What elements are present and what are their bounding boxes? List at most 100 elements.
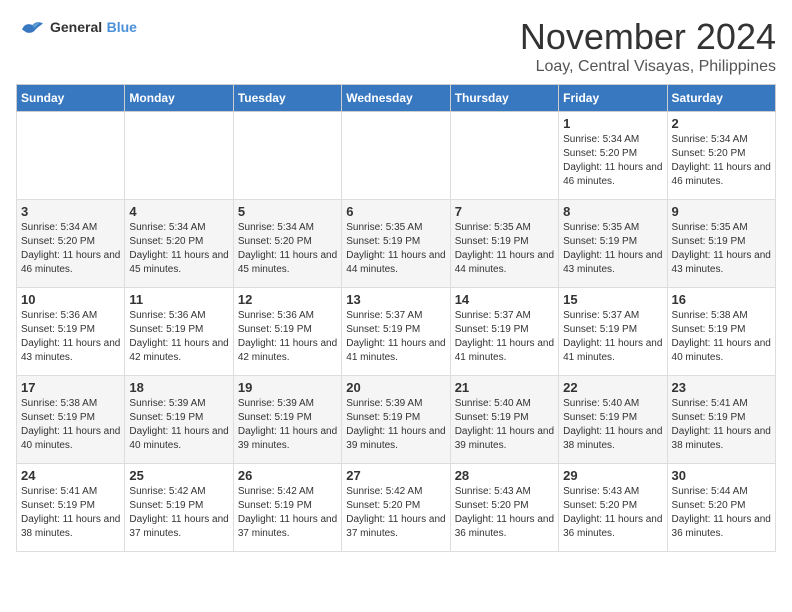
calendar-cell: 28 Sunrise: 5:43 AM Sunset: 5:20 PM Dayli… bbox=[450, 464, 558, 552]
calendar-header-row: SundayMondayTuesdayWednesdayThursdayFrid… bbox=[17, 85, 776, 112]
cell-info: Sunrise: 5:41 AM Sunset: 5:19 PM Dayligh… bbox=[672, 397, 771, 453]
calendar-cell: 25Sunrise: 5:42 AM Sunset: 5:19 PM Dayli… bbox=[125, 464, 233, 552]
calendar-cell: 5Sunrise: 5:34 AM Sunset: 5:20 PM Daylig… bbox=[233, 200, 341, 288]
day-number: 8 bbox=[563, 204, 662, 219]
cell-info: Sunrise: 5:34 AM Sunset: 5:20 PM Dayligh… bbox=[129, 221, 228, 277]
calendar-cell: 10Sunrise: 5:36 AM Sunset: 5:19 PM Dayli… bbox=[17, 288, 125, 376]
cell-info: Sunrise: 5:35 AM Sunset: 5:19 PM Dayligh… bbox=[563, 221, 662, 277]
calendar-week-row: 24 Sunrise: 5:41 AM Sunset: 5:19 PM Dayli… bbox=[17, 464, 776, 552]
calendar-cell: 29Sunrise: 5:43 AM Sunset: 5:20 PM Dayli… bbox=[559, 464, 667, 552]
day-number: 16 bbox=[672, 292, 771, 307]
calendar-week-row: 17Sunrise: 5:38 AM Sunset: 5:19 PM Dayli… bbox=[17, 376, 776, 464]
calendar-cell: 22Sunrise: 5:40 AM Sunset: 5:19 PM Dayli… bbox=[559, 376, 667, 464]
day-number: 21 bbox=[455, 380, 554, 395]
calendar-cell: 4 Sunrise: 5:34 AM Sunset: 5:20 PM Daylig… bbox=[125, 200, 233, 288]
calendar-table: SundayMondayTuesdayWednesdayThursdayFrid… bbox=[16, 84, 776, 552]
day-number: 4 bbox=[129, 204, 228, 219]
calendar-cell bbox=[342, 112, 450, 200]
day-number: 27 bbox=[346, 468, 445, 483]
calendar-cell: 20 Sunrise: 5:39 AM Sunset: 5:19 PM Dayli… bbox=[342, 376, 450, 464]
cell-info: Sunrise: 5:39 AM Sunset: 5:19 PM Dayligh… bbox=[238, 397, 337, 453]
month-title: November 2024 bbox=[520, 16, 776, 58]
calendar-cell: 13 Sunrise: 5:37 AM Sunset: 5:19 PM Dayli… bbox=[342, 288, 450, 376]
calendar-cell: 17Sunrise: 5:38 AM Sunset: 5:19 PM Dayli… bbox=[17, 376, 125, 464]
day-number: 26 bbox=[238, 468, 337, 483]
weekday-header: Sunday bbox=[17, 85, 125, 112]
page-header: General Blue November 2024 Loay, Central… bbox=[16, 16, 776, 76]
cell-info: Sunrise: 5:44 AM Sunset: 5:20 PM Dayligh… bbox=[672, 485, 771, 541]
cell-info: Sunrise: 5:37 AM Sunset: 5:19 PM Dayligh… bbox=[563, 309, 662, 365]
cell-info: Sunrise: 5:39 AM Sunset: 5:19 PM Dayligh… bbox=[346, 397, 445, 453]
cell-info: Sunrise: 5:36 AM Sunset: 5:19 PM Dayligh… bbox=[21, 309, 120, 365]
calendar-cell: 11Sunrise: 5:36 AM Sunset: 5:19 PM Dayli… bbox=[125, 288, 233, 376]
calendar-cell: 14 Sunrise: 5:37 AM Sunset: 5:19 PM Dayli… bbox=[450, 288, 558, 376]
day-number: 14 bbox=[455, 292, 554, 307]
day-number: 30 bbox=[672, 468, 771, 483]
calendar-cell bbox=[17, 112, 125, 200]
calendar-cell: 6 Sunrise: 5:35 AM Sunset: 5:19 PM Daylig… bbox=[342, 200, 450, 288]
cell-info: Sunrise: 5:43 AM Sunset: 5:20 PM Dayligh… bbox=[455, 485, 554, 541]
cell-info: Sunrise: 5:42 AM Sunset: 5:19 PM Dayligh… bbox=[238, 485, 337, 541]
calendar-cell: 26 Sunrise: 5:42 AM Sunset: 5:19 PM Dayli… bbox=[233, 464, 341, 552]
calendar-cell: 27 Sunrise: 5:42 AM Sunset: 5:20 PM Dayli… bbox=[342, 464, 450, 552]
calendar-cell: 3 Sunrise: 5:34 AM Sunset: 5:20 PM Daylig… bbox=[17, 200, 125, 288]
cell-info: Sunrise: 5:39 AM Sunset: 5:19 PM Dayligh… bbox=[129, 397, 228, 453]
day-number: 5 bbox=[238, 204, 337, 219]
calendar-cell: 15 Sunrise: 5:37 AM Sunset: 5:19 PM Dayli… bbox=[559, 288, 667, 376]
day-number: 3 bbox=[21, 204, 120, 219]
weekday-header: Monday bbox=[125, 85, 233, 112]
cell-info: Sunrise: 5:37 AM Sunset: 5:19 PM Dayligh… bbox=[455, 309, 554, 365]
day-number: 13 bbox=[346, 292, 445, 307]
logo: General Blue bbox=[16, 16, 137, 40]
cell-info: Sunrise: 5:34 AM Sunset: 5:20 PM Dayligh… bbox=[672, 133, 771, 189]
calendar-cell: 30 Sunrise: 5:44 AM Sunset: 5:20 PM Dayli… bbox=[667, 464, 775, 552]
title-section: November 2024 Loay, Central Visayas, Phi… bbox=[520, 16, 776, 76]
calendar-cell: 1Sunrise: 5:34 AM Sunset: 5:20 PM Daylig… bbox=[559, 112, 667, 200]
cell-info: Sunrise: 5:35 AM Sunset: 5:19 PM Dayligh… bbox=[346, 221, 445, 277]
calendar-cell: 9Sunrise: 5:35 AM Sunset: 5:19 PM Daylig… bbox=[667, 200, 775, 288]
day-number: 28 bbox=[455, 468, 554, 483]
day-number: 25 bbox=[129, 468, 228, 483]
day-number: 6 bbox=[346, 204, 445, 219]
calendar-week-row: 10Sunrise: 5:36 AM Sunset: 5:19 PM Dayli… bbox=[17, 288, 776, 376]
calendar-cell: 24 Sunrise: 5:41 AM Sunset: 5:19 PM Dayli… bbox=[17, 464, 125, 552]
calendar-week-row: 1 Sunrise: 5:34 AM Sunset: 5:20 PM Daylig… bbox=[17, 112, 776, 200]
calendar-cell: 8 Sunrise: 5:35 AM Sunset: 5:19 PM Daylig… bbox=[559, 200, 667, 288]
weekday-header: Saturday bbox=[667, 85, 775, 112]
day-number: 1 bbox=[563, 116, 662, 131]
logo-general-text: General bbox=[50, 19, 102, 35]
calendar-cell bbox=[233, 112, 341, 200]
logo-bird-icon bbox=[16, 16, 46, 40]
cell-info: Sunrise: 5:41 AM Sunset: 5:19 PM Dayligh… bbox=[21, 485, 120, 541]
weekday-header: Tuesday bbox=[233, 85, 341, 112]
cell-info: Sunrise: 5:38 AM Sunset: 5:19 PM Dayligh… bbox=[672, 309, 771, 365]
day-number: 20 bbox=[346, 380, 445, 395]
day-number: 23 bbox=[672, 380, 771, 395]
cell-info: Sunrise: 5:35 AM Sunset: 5:19 PM Dayligh… bbox=[672, 221, 771, 277]
cell-info: Sunrise: 5:43 AM Sunset: 5:20 PM Dayligh… bbox=[563, 485, 662, 541]
calendar-cell: 18 Sunrise: 5:39 AM Sunset: 5:19 PM Dayli… bbox=[125, 376, 233, 464]
weekday-header: Friday bbox=[559, 85, 667, 112]
day-number: 24 bbox=[21, 468, 120, 483]
cell-info: Sunrise: 5:36 AM Sunset: 5:19 PM Dayligh… bbox=[238, 309, 337, 365]
location-title: Loay, Central Visayas, Philippines bbox=[520, 58, 776, 76]
cell-info: Sunrise: 5:34 AM Sunset: 5:20 PM Dayligh… bbox=[21, 221, 120, 277]
day-number: 18 bbox=[129, 380, 228, 395]
calendar-cell: 7Sunrise: 5:35 AM Sunset: 5:19 PM Daylig… bbox=[450, 200, 558, 288]
day-number: 15 bbox=[563, 292, 662, 307]
day-number: 12 bbox=[238, 292, 337, 307]
calendar-cell: 2Sunrise: 5:34 AM Sunset: 5:20 PM Daylig… bbox=[667, 112, 775, 200]
cell-info: Sunrise: 5:37 AM Sunset: 5:19 PM Dayligh… bbox=[346, 309, 445, 365]
calendar-cell: 23 Sunrise: 5:41 AM Sunset: 5:19 PM Dayli… bbox=[667, 376, 775, 464]
calendar-week-row: 3 Sunrise: 5:34 AM Sunset: 5:20 PM Daylig… bbox=[17, 200, 776, 288]
cell-info: Sunrise: 5:42 AM Sunset: 5:20 PM Dayligh… bbox=[346, 485, 445, 541]
day-number: 19 bbox=[238, 380, 337, 395]
cell-info: Sunrise: 5:40 AM Sunset: 5:19 PM Dayligh… bbox=[563, 397, 662, 453]
calendar-cell bbox=[125, 112, 233, 200]
day-number: 11 bbox=[129, 292, 228, 307]
cell-info: Sunrise: 5:40 AM Sunset: 5:19 PM Dayligh… bbox=[455, 397, 554, 453]
logo-blue-text: Blue bbox=[107, 19, 137, 35]
cell-info: Sunrise: 5:35 AM Sunset: 5:19 PM Dayligh… bbox=[455, 221, 554, 277]
weekday-header: Thursday bbox=[450, 85, 558, 112]
day-number: 17 bbox=[21, 380, 120, 395]
